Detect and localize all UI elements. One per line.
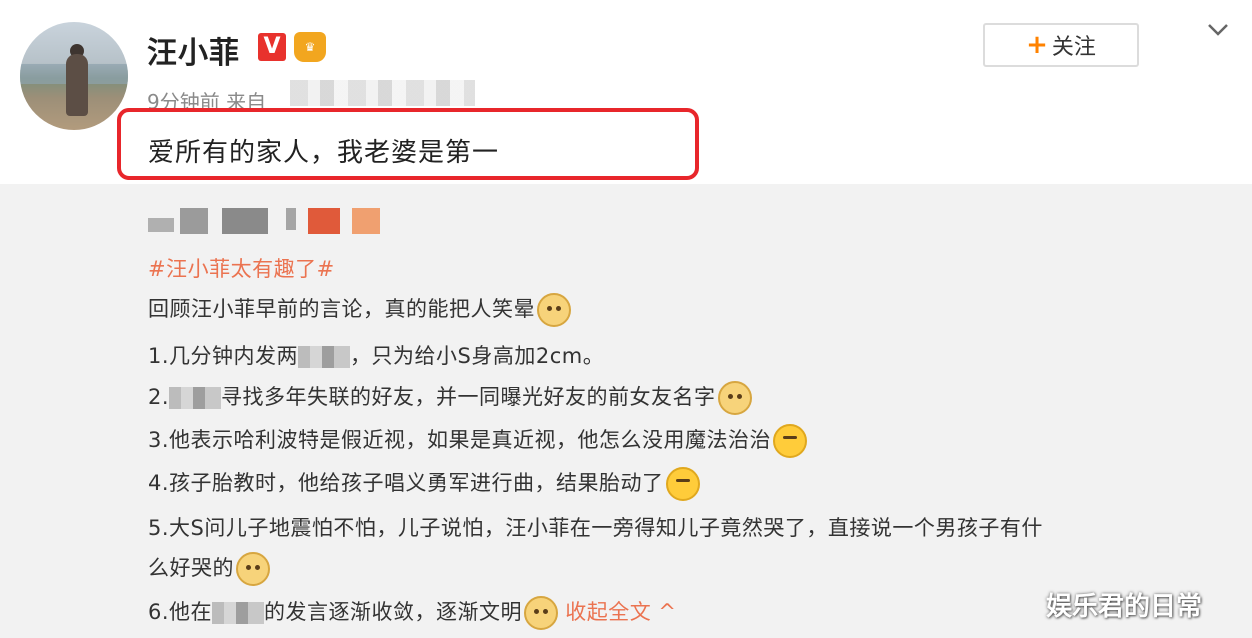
line-text: 5.大S问儿子地震怕不怕，儿子说怕，汪小菲在一旁得知儿子竟然哭了，直接说一个男孩… [148, 516, 1043, 540]
mosaic-blur [169, 387, 222, 409]
line-text: 寻找多年失联的好友，并一同曝光好友的前女友名字 [221, 385, 716, 409]
repost-hashtag[interactable]: #汪小菲太有趣了# [148, 253, 335, 283]
username[interactable]: 汪小菲 [147, 28, 240, 72]
line-text: 2. [148, 385, 170, 409]
line-text: 么好哭的 [148, 556, 234, 580]
avatar-person [66, 54, 88, 116]
line-text: 的发言逐渐收敛，逐渐文明 [264, 600, 523, 624]
repost-line-3: 3.他表示哈利波特是假近视，如果是真近视，他怎么没用魔法治治 [148, 424, 808, 458]
repost-line-1: 1.几分钟内发两 ，只为给小S身高加2cm。 [148, 340, 604, 370]
collapse-full-text-link[interactable]: 收起全文 ^ [565, 600, 676, 624]
post-text: 爱所有的家人，我老婆是第一 [148, 138, 500, 168]
repost-line-4: 4.孩子胎教时，他给孩子唱义勇军进行曲，结果胎动了 [148, 467, 700, 501]
repost-line-5-cont: 么好哭的 [148, 552, 270, 586]
line-text: 6.他在 [148, 600, 213, 624]
line-text: 3.他表示哈利波特是假近视，如果是真近视，他怎么没用魔法治治 [148, 428, 772, 452]
user-avatar[interactable] [20, 22, 128, 130]
post-header: 汪小菲 V ♛ 9分钟前 来自 + 关注 爱所有的家人，我老婆是第一 [0, 0, 1252, 184]
plus-icon: + [1026, 30, 1048, 60]
repost-line-5: 5.大S问儿子地震怕不怕，儿子说怕，汪小菲在一旁得知儿子竟然哭了，直接说一个男孩… [148, 512, 1043, 542]
blurred-source [290, 80, 475, 106]
repost-line-6: 6.他在 的发言逐渐收敛，逐渐文明 收起全文 ^ [148, 596, 677, 630]
laugh-cry-emoji-icon [665, 467, 700, 501]
follow-button[interactable]: + 关注 [983, 23, 1139, 67]
follow-label: 关注 [1051, 35, 1096, 60]
line-text: 回顾汪小菲早前的言论，真的能把人笑晕 [148, 297, 535, 321]
line-text: ，只为给小S身高加2cm。 [350, 344, 605, 368]
watermark: 娱乐君的日常 [1046, 592, 1203, 622]
repost-line-intro: 回顾汪小菲早前的言论，真的能把人笑晕 [148, 293, 571, 327]
mosaic-blur [298, 346, 351, 368]
line-text: 4.孩子胎教时，他给孩子唱义勇军进行曲，结果胎动了 [148, 471, 664, 495]
mosaic-blur [212, 602, 265, 624]
chevron-down-icon[interactable] [1206, 18, 1230, 42]
doge-emoji-icon [524, 596, 559, 630]
verified-v-badge-icon: V [258, 33, 286, 61]
doge-emoji-icon [236, 552, 270, 586]
repost-line-2: 2. 寻找多年失联的好友，并一同曝光好友的前女友名字 [148, 381, 752, 415]
doge-emoji-icon [537, 293, 571, 327]
line-text: 1.几分钟内发两 [148, 344, 299, 368]
member-crown-badge-icon: ♛ [294, 32, 326, 62]
laugh-cry-emoji-icon [773, 424, 808, 458]
doge-emoji-icon [717, 381, 752, 415]
blurred-repost-username [148, 208, 388, 234]
